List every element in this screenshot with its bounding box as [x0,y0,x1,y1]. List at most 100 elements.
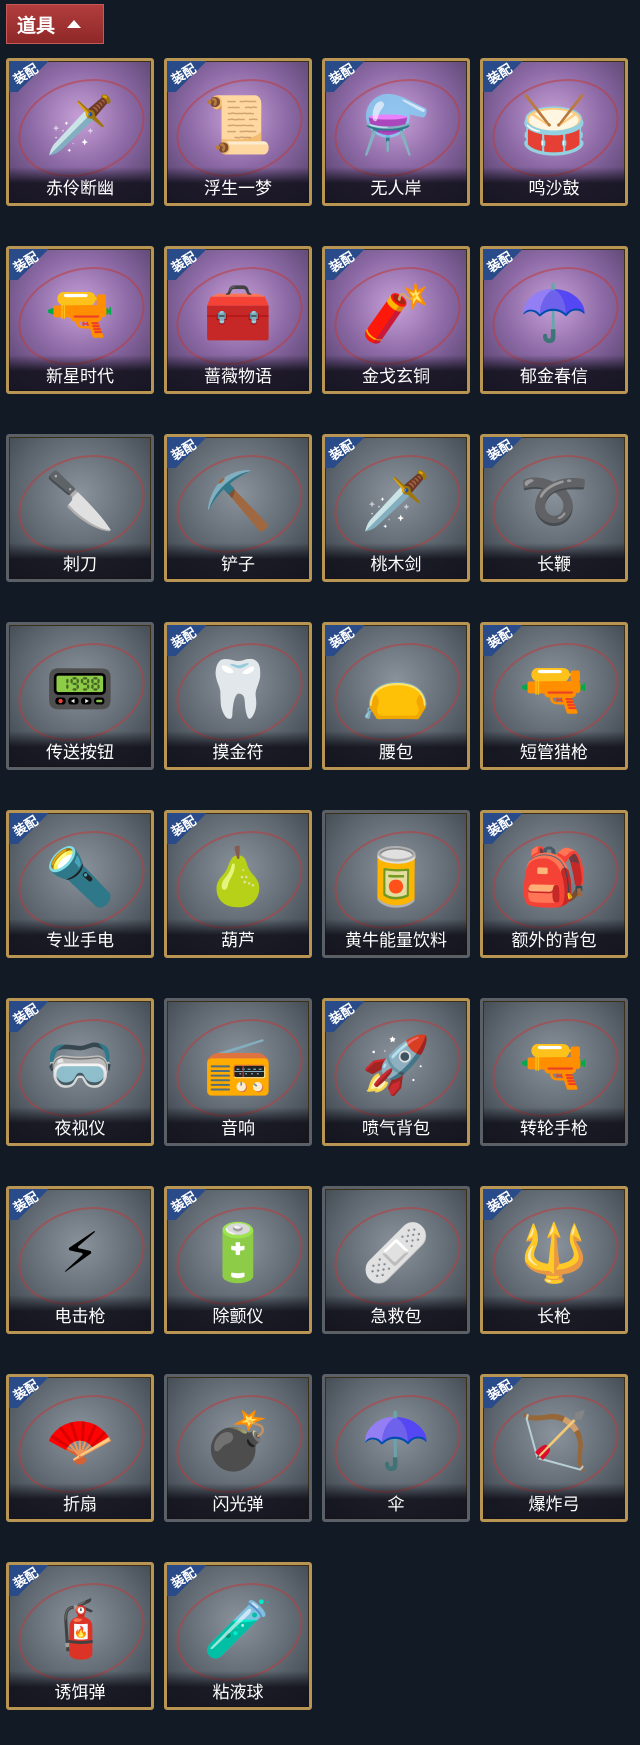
equip-badge-label: 装配 [485,61,516,89]
equip-badge-label: 装配 [485,1377,516,1405]
item-card[interactable]: 📻 音响 [164,998,312,1146]
item-card[interactable]: 装配 🍐 葫芦 [164,810,312,958]
item-name: 长鞭 [483,543,625,579]
item-card[interactable]: 装配 🔋 除颤仪 [164,1186,312,1334]
item-card[interactable]: 装配 🦷 摸金符 [164,622,312,770]
item-name: 新星时代 [9,355,151,391]
item-card[interactable]: 装配 🏹 爆炸弓 [480,1374,628,1522]
item-name: 无人岸 [325,167,467,203]
item-name: 金戈玄铜 [325,355,467,391]
item-card[interactable]: 🔫 转轮手枪 [480,998,628,1146]
item-image-icon: 🔫 [519,1033,589,1099]
item-image-icon: 🗡️ [45,93,115,159]
item-card[interactable]: 装配 🧯 诱饵弹 [6,1562,154,1710]
item-image-icon: 🧨 [361,281,431,347]
item-name: 额外的背包 [483,919,625,955]
item-card[interactable]: 装配 🧪 粘液球 [164,1562,312,1710]
equip-badge-label: 装配 [169,437,200,465]
item-image-icon: 📟 [45,657,115,723]
equip-badge: 装配 [325,625,364,656]
equip-badge-label: 装配 [11,1189,42,1217]
item-image-icon: 🚀 [361,1033,431,1099]
equip-badge-label: 装配 [485,437,516,465]
item-card[interactable]: 💣 闪光弹 [164,1374,312,1522]
item-card[interactable]: 装配 🔦 专业手电 [6,810,154,958]
equip-badge: 装配 [167,437,206,468]
item-card[interactable]: 装配 🚀 喷气背包 [322,998,470,1146]
item-card[interactable]: ☂️ 伞 [322,1374,470,1522]
equip-badge-label: 装配 [485,1189,516,1217]
item-card[interactable]: 🩹 急救包 [322,1186,470,1334]
equip-badge: 装配 [167,1565,206,1596]
item-image-icon: 🔦 [45,845,115,911]
item-card[interactable]: 装配 🥽 夜视仪 [6,998,154,1146]
item-card[interactable]: 装配 📜 浮生一梦 [164,58,312,206]
equip-badge-label: 装配 [327,625,358,653]
item-name: 粘液球 [167,1671,309,1707]
item-image-icon: 🥫 [361,845,431,911]
equip-badge-label: 装配 [11,813,42,841]
item-card[interactable]: 装配 🥁 鸣沙鼓 [480,58,628,206]
item-name: 喷气背包 [325,1107,467,1143]
item-card[interactable]: 装配 🧰 蔷薇物语 [164,246,312,394]
equip-badge-label: 装配 [169,1565,200,1593]
item-image-icon: ☂️ [519,281,589,347]
item-card[interactable]: 装配 🗡️ 桃木剑 [322,434,470,582]
item-image-icon: 📜 [203,93,273,159]
equip-badge-label: 装配 [169,625,200,653]
item-name: 摸金符 [167,731,309,767]
item-name: 浮生一梦 [167,167,309,203]
item-name: 诱饵弹 [9,1671,151,1707]
item-card[interactable]: 🥫 黄牛能量饮料 [322,810,470,958]
item-image-icon: 🏹 [519,1409,589,1475]
item-card[interactable]: 装配 ⚡ 电击枪 [6,1186,154,1334]
item-card[interactable]: 装配 🔫 新星时代 [6,246,154,394]
item-image-icon: 🧯 [45,1597,115,1663]
equip-badge-label: 装配 [327,61,358,89]
item-card[interactable]: 装配 ⛏️ 铲子 [164,434,312,582]
item-card[interactable]: 装配 👝 腰包 [322,622,470,770]
equip-badge: 装配 [483,1189,522,1220]
equip-badge: 装配 [167,61,206,92]
equip-badge: 装配 [9,813,48,844]
equip-badge: 装配 [325,437,364,468]
item-card[interactable]: 装配 🪭 折扇 [6,1374,154,1522]
item-card[interactable]: 装配 🔱 长枪 [480,1186,628,1334]
item-name: 电击枪 [9,1295,151,1331]
equip-badge: 装配 [483,813,522,844]
equip-badge-label: 装配 [169,813,200,841]
item-card[interactable]: 装配 ☂️ 郁金春信 [480,246,628,394]
item-card[interactable]: 装配 🔫 短管猎枪 [480,622,628,770]
item-name: 除颤仪 [167,1295,309,1331]
item-image-icon: ☂️ [361,1409,431,1475]
item-image-icon: 🩹 [361,1221,431,1287]
item-card[interactable]: 装配 ➰ 长鞭 [480,434,628,582]
item-card[interactable]: 🔪 刺刀 [6,434,154,582]
item-name: 桃木剑 [325,543,467,579]
equip-badge: 装配 [483,625,522,656]
item-card[interactable]: 装配 🎒 额外的背包 [480,810,628,958]
equip-badge-label: 装配 [11,1377,42,1405]
item-card[interactable]: 装配 ⚗️ 无人岸 [322,58,470,206]
equip-badge: 装配 [9,1001,48,1032]
equip-badge: 装配 [325,249,364,280]
item-image-icon: 🥽 [45,1033,115,1099]
item-card[interactable]: 装配 🗡️ 赤伶断幽 [6,58,154,206]
item-name: 音响 [167,1107,309,1143]
item-image-icon: 🪭 [45,1409,115,1475]
equip-badge-label: 装配 [11,61,42,89]
category-title: 道具 [17,14,56,37]
item-card[interactable]: 装配 🧨 金戈玄铜 [322,246,470,394]
equip-badge: 装配 [9,1189,48,1220]
item-name: 传送按钮 [9,731,151,767]
equip-badge-label: 装配 [169,61,200,89]
item-name: 蔷薇物语 [167,355,309,391]
item-card[interactable]: 📟 传送按钮 [6,622,154,770]
item-name: 铲子 [167,543,309,579]
equip-badge: 装配 [9,61,48,92]
item-image-icon: ⛏️ [203,469,273,535]
item-name: 伞 [325,1483,467,1519]
item-name: 鸣沙鼓 [483,167,625,203]
category-header-button[interactable]: 道具 [6,4,104,44]
item-image-icon: 🧰 [203,281,273,347]
